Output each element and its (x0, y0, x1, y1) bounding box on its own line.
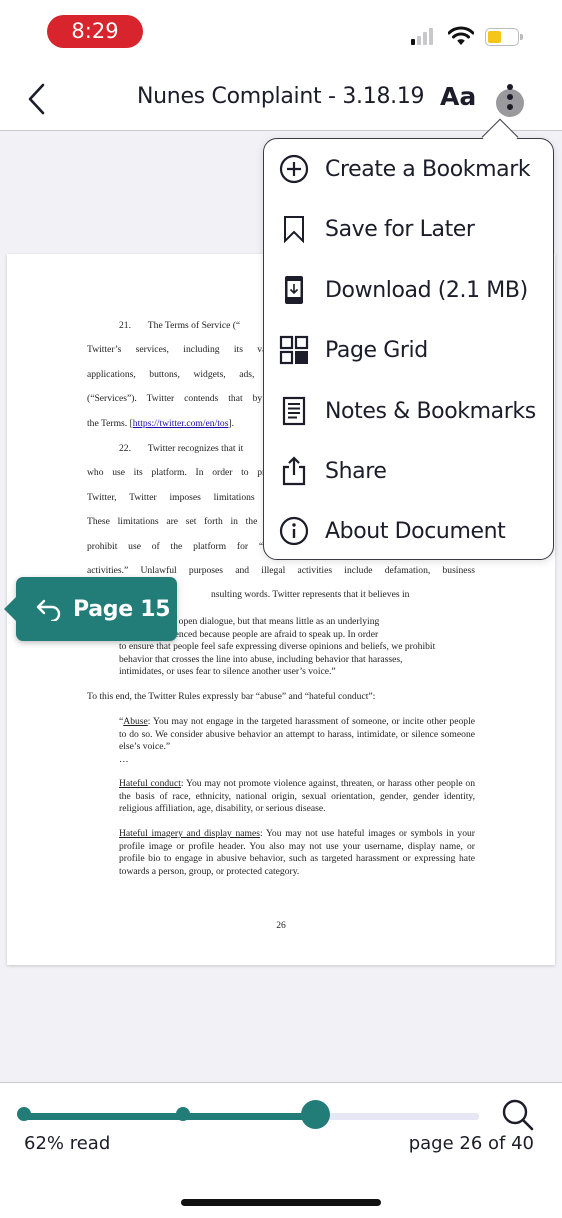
rules-intro: To this end, the Twitter Rules expressly… (87, 691, 376, 702)
options-menu: Create a Bookmark Save for Later Downloa… (263, 118, 554, 561)
menu-item-label: Download (2.1 MB) (325, 277, 528, 303)
hateful-conduct-heading: Hateful conduct (119, 778, 181, 789)
progress-fill (24, 1113, 316, 1120)
more-dot (507, 94, 513, 100)
progress-thumb[interactable] (300, 1100, 330, 1129)
menu-item-download[interactable]: Download (2.1 MB) (264, 260, 553, 320)
bookmark-marker[interactable] (17, 1107, 31, 1121)
progress-slider[interactable] (24, 1113, 479, 1120)
download-device-icon (279, 275, 309, 305)
search-icon (502, 1099, 534, 1131)
page-count-label: page 26 of 40 (408, 1133, 534, 1154)
search-button[interactable] (501, 1098, 535, 1132)
paragraph-line: Twitter, Twitter imposes limitations on (87, 491, 277, 503)
paragraph-line: (“Services”). Twitter contends that by u (87, 393, 277, 405)
menu-item-create-bookmark[interactable]: Create a Bookmark (264, 139, 553, 199)
chevron-left-icon (28, 83, 45, 115)
paragraph-line: 22. Twitter recognizes that it (87, 437, 277, 461)
wifi-icon (448, 26, 474, 45)
terms-link[interactable]: https://twitter.com/en/tos (133, 418, 229, 429)
battery-icon (485, 28, 523, 46)
paragraph-number: 21. (119, 320, 131, 331)
menu-item-label: Share (325, 458, 387, 484)
status-bar: 8:29 (0, 0, 562, 66)
battery-level (488, 31, 501, 43)
text-span: The Terms of Service (“ (147, 320, 241, 331)
paragraph-22: 22. Twitter recognizes that it who use i… (87, 437, 277, 559)
paragraph-line: 21. The Terms of Service (“ (87, 314, 277, 338)
grid-icon (279, 335, 309, 365)
status-time: 8:29 (47, 15, 143, 48)
return-arrow-icon (36, 599, 61, 621)
more-vertical-icon (507, 84, 513, 90)
paragraph-line: the Terms. [https://twitter.com/en/tos]. (87, 412, 277, 436)
menu-item-label: Save for Later (325, 216, 475, 242)
ellipsis: … (119, 754, 129, 765)
cellular-signal-icon (411, 28, 433, 45)
back-button[interactable] (24, 82, 54, 116)
page-number: 26 (276, 920, 286, 931)
bookmark-icon (279, 214, 309, 244)
menu-item-page-grid[interactable]: Page Grid (264, 320, 553, 380)
paragraph-line: prohibit use of the platform for “any (87, 540, 277, 552)
menu-item-share[interactable]: Share (264, 441, 553, 501)
text-size-button[interactable]: Aa (440, 82, 476, 111)
more-options-button[interactable] (496, 84, 524, 117)
menu-item-label: Create a Bookmark (325, 156, 531, 182)
more-dot (507, 104, 513, 110)
reader-header: Nunes Complaint - 3.18.19 Aa (0, 66, 562, 131)
menu-item-notes-bookmarks[interactable]: Notes & Bookmarks (264, 381, 553, 441)
abuse-heading: Abuse (123, 716, 148, 727)
paragraph-line: Twitter’s services, including its vario (87, 344, 277, 356)
reading-progress-bar: 62% read page 26 of 40 (0, 1082, 562, 1218)
paragraph-line: These limitations are set forth in the T… (87, 516, 277, 528)
notes-icon (279, 396, 309, 426)
return-to-page-button[interactable]: Page 15 (4, 577, 177, 641)
text-span: the Terms. [ (87, 417, 133, 429)
document-title: Nunes Complaint - 3.18.19 (137, 84, 425, 109)
return-page-label: Page 15 (73, 596, 171, 622)
menu-item-about-document[interactable]: About Document (264, 501, 553, 561)
menu-item-label: Notes & Bookmarks (325, 398, 536, 424)
paragraph-line: applications, buttons, widgets, ads, co (87, 368, 277, 380)
paragraph-number: 22. (119, 443, 131, 454)
hateful-conduct-rule: Hateful conduct: You may not promote vio… (119, 778, 475, 816)
hateful-imagery-rule: Hateful imagery and display names: You m… (119, 828, 475, 878)
plus-circle-icon (279, 154, 309, 184)
percent-read-label: 62% read (24, 1133, 111, 1154)
home-indicator[interactable] (181, 1199, 381, 1206)
text-span: ]. (228, 417, 235, 429)
hateful-imagery-heading: Hateful imagery and display names (119, 828, 260, 839)
text-span: : You may not engage in the targeted har… (119, 716, 475, 752)
abuse-rule: “Abuse: You may not engage in the target… (119, 716, 475, 754)
text-span: Twitter recognizes that it (147, 443, 244, 454)
menu-item-save-for-later[interactable]: Save for Later (264, 199, 553, 259)
paragraph-21: 21. The Terms of Service (“ Twitter’s se… (87, 314, 277, 436)
info-icon (279, 516, 309, 546)
menu-item-label: About Document (325, 518, 506, 544)
share-icon (279, 456, 309, 486)
menu-item-label: Page Grid (325, 337, 428, 363)
paragraph-line: who use its platform. In order to prote (87, 467, 277, 479)
